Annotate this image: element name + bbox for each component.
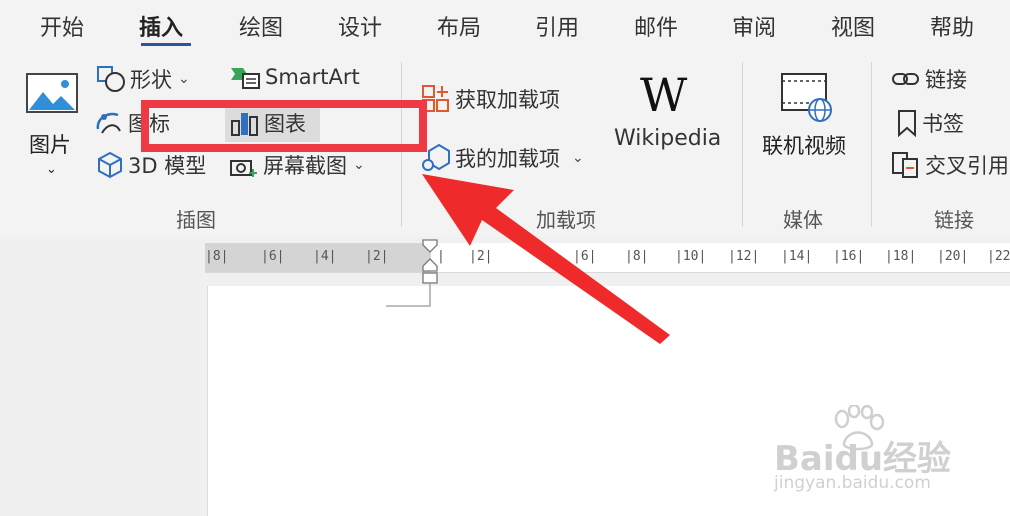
chevron-down-icon: ⌄ xyxy=(353,157,365,173)
icons-icon xyxy=(96,112,121,134)
picture-button[interactable]: 图片 ⌄ xyxy=(22,72,84,184)
online-video-button[interactable]: 联机视频 xyxy=(760,70,860,170)
link-label: 链接 xyxy=(925,68,967,92)
ruler-tick: 2 xyxy=(372,249,381,264)
tab-view[interactable]: 视图 xyxy=(831,10,875,42)
group-divider xyxy=(871,62,872,227)
ruler-tick: 8 xyxy=(212,249,221,264)
links-group-label: 链接 xyxy=(934,208,974,232)
ribbon-tab-bar: 开始 插入 绘图 设计 布局 引用 邮件 审阅 视图 帮助 xyxy=(0,0,1010,52)
group-divider xyxy=(742,62,743,227)
ruler-tick: 20 xyxy=(944,249,961,264)
camera-icon xyxy=(230,160,257,177)
wikipedia-logo-icon: W xyxy=(640,68,688,122)
tab-help[interactable]: 帮助 xyxy=(930,10,974,42)
shapes-icon xyxy=(97,66,125,92)
bookmark-button[interactable]: 书签 xyxy=(896,108,964,138)
3d-model-label: 3D 模型 xyxy=(128,154,207,178)
smartart-button[interactable]: SmartArt xyxy=(229,64,360,90)
tab-references[interactable]: 引用 xyxy=(535,10,579,42)
ruler-tick: 12 xyxy=(735,249,752,264)
cross-reference-button[interactable]: 交叉引用 xyxy=(891,150,1009,180)
link-icon xyxy=(892,73,919,85)
bookmark-icon xyxy=(898,110,916,137)
ruler-tick: 14 xyxy=(788,249,805,264)
chevron-down-icon: ⌄ xyxy=(178,71,190,87)
tab-review[interactable]: 审阅 xyxy=(732,10,776,42)
illustrations-group-label: 插图 xyxy=(176,208,216,232)
smartart-icon xyxy=(231,68,260,89)
tab-mailings[interactable]: 邮件 xyxy=(634,10,678,42)
chevron-down-icon: ⌄ xyxy=(46,162,57,177)
wikipedia-label: Wikipedia xyxy=(614,126,722,151)
tab-home[interactable]: 开始 xyxy=(40,10,84,42)
cross-reference-label: 交叉引用 xyxy=(925,154,1009,178)
tab-draw[interactable]: 绘图 xyxy=(239,10,283,42)
red-arrow-icon xyxy=(422,174,670,344)
ruler-tick: 22 xyxy=(994,249,1010,264)
online-video-icon xyxy=(781,73,832,122)
3d-model-button[interactable]: 3D 模型 xyxy=(96,150,206,180)
shapes-label: 形状 xyxy=(130,68,172,92)
ruler-tick: 6 xyxy=(268,249,277,264)
tab-insert[interactable]: 插入 xyxy=(139,10,183,42)
ruler-tick: 16 xyxy=(840,249,857,264)
shapes-button[interactable]: 形状 ⌄ xyxy=(96,64,190,94)
screenshot-label: 屏幕截图 xyxy=(263,154,347,178)
active-tab-indicator xyxy=(141,43,191,46)
tab-layout[interactable]: 布局 xyxy=(437,10,481,42)
bookmark-label: 书签 xyxy=(922,112,964,136)
watermark-url: jingyan.baidu.com xyxy=(774,473,931,493)
ruler-tick: 10 xyxy=(682,249,699,264)
online-video-label: 联机视频 xyxy=(762,134,846,158)
highlight-box xyxy=(141,100,427,152)
smartart-label: SmartArt xyxy=(265,65,360,89)
ruler-tick: 18 xyxy=(892,249,909,264)
tab-design[interactable]: 设计 xyxy=(338,10,382,42)
cube-icon xyxy=(98,151,122,179)
picture-label: 图片 xyxy=(29,133,71,157)
get-addins-button[interactable]: 获取加载项 xyxy=(421,84,560,114)
cross-reference-icon xyxy=(892,152,918,178)
watermark: Baidu经验 jingyan.baidu.com xyxy=(770,405,960,500)
picture-icon xyxy=(26,73,78,113)
link-button[interactable]: 链接 xyxy=(891,64,967,94)
ruler-tick: 4 xyxy=(320,249,329,264)
get-addins-label: 获取加载项 xyxy=(455,88,560,112)
screenshot-button[interactable]: 屏幕截图 ⌄ xyxy=(229,150,365,180)
media-group-label: 媒体 xyxy=(783,208,823,232)
